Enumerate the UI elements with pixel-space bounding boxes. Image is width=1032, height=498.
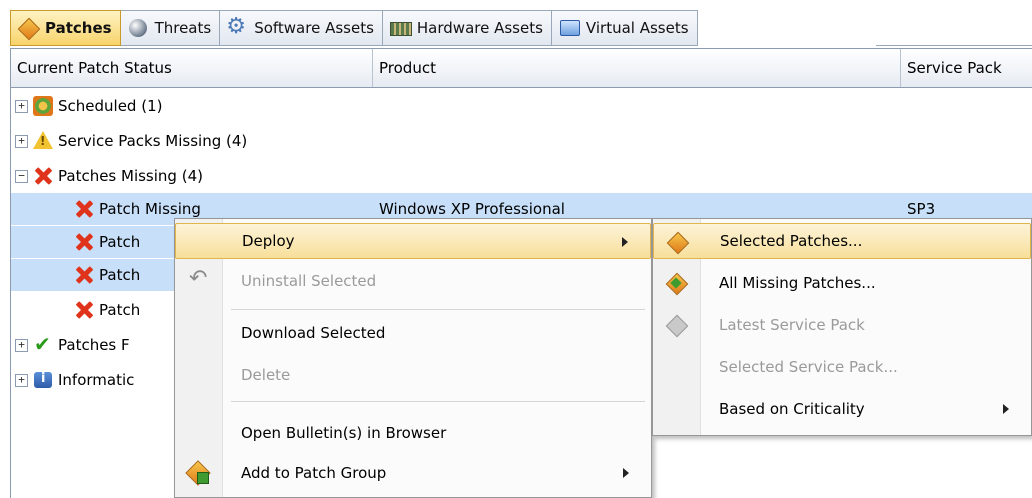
tree-node-label: Patches Missing (4)	[58, 167, 203, 185]
tree-node-label: Scheduled (1)	[58, 97, 163, 115]
column-header-row: Current Patch Status Product Service Pac…	[11, 48, 1032, 88]
uninstall-icon	[187, 266, 209, 292]
deploy-all-icon	[665, 272, 687, 294]
service-pack-cell: SP3	[907, 200, 936, 218]
tree-node-label: Service Packs Missing (4)	[58, 132, 248, 150]
tab-label: Patches	[45, 19, 112, 37]
menu-separator	[231, 401, 645, 402]
menu-separator	[231, 309, 645, 310]
tab-hardware-assets[interactable]: Hardware Assets	[382, 10, 552, 46]
virtual-machine-icon	[558, 17, 580, 39]
column-header-product[interactable]: Product	[373, 49, 901, 87]
tab-virtual-assets[interactable]: Virtual Assets	[551, 10, 698, 46]
menu-item-based-on-criticality[interactable]: Based on Criticality	[653, 391, 1031, 427]
tab-patches[interactable]: Patches	[10, 10, 121, 46]
red-x-icon	[32, 165, 54, 187]
tab-label: Hardware Assets	[416, 19, 543, 37]
menu-item-latest-service-pack[interactable]: Latest Service Pack	[653, 307, 1031, 343]
column-header-current-patch-status[interactable]: Current Patch Status	[11, 49, 373, 87]
tab-label: Threats	[154, 19, 212, 37]
red-x-icon	[73, 264, 95, 286]
menu-item-open-bulletins[interactable]: Open Bulletin(s) in Browser	[175, 415, 651, 451]
expand-toggle[interactable]: +	[15, 134, 28, 148]
patch-name: Patch	[99, 266, 141, 284]
tab-label: Virtual Assets	[585, 19, 689, 37]
menu-item-label: Based on Criticality	[719, 400, 865, 418]
menu-item-label: Selected Service Pack...	[719, 358, 898, 376]
information-icon	[32, 369, 54, 391]
tree-node-scheduled[interactable]: + Scheduled (1)	[11, 90, 1032, 122]
red-x-icon	[73, 299, 95, 321]
patch-name: Patch	[99, 233, 141, 251]
collapse-toggle[interactable]: −	[15, 169, 28, 183]
tab-label: Software Assets	[254, 19, 374, 37]
tab-strip: Patches Threats Software Assets Hardware…	[10, 10, 698, 46]
green-check-icon	[32, 332, 54, 356]
deploy-submenu: Selected Patches... All Missing Patches.…	[652, 218, 1032, 436]
expand-toggle[interactable]: +	[15, 373, 28, 387]
hardware-board-icon	[389, 17, 412, 39]
menu-item-label: Open Bulletin(s) in Browser	[241, 424, 447, 442]
software-gear-icon	[226, 14, 248, 39]
tree-node-service-packs-missing[interactable]: + Service Packs Missing (4)	[11, 125, 1032, 157]
red-x-icon	[73, 198, 95, 220]
patch-group-icon	[187, 462, 209, 484]
menu-item-all-missing-patches[interactable]: All Missing Patches...	[653, 265, 1031, 301]
menu-item-download-selected[interactable]: Download Selected	[175, 315, 651, 351]
tree-node-patches-missing[interactable]: − Patches Missing (4)	[11, 160, 1032, 192]
menu-item-label: Selected Patches...	[720, 232, 863, 250]
expand-toggle[interactable]: +	[15, 99, 28, 113]
menu-item-label: All Missing Patches...	[719, 274, 876, 292]
product-cell: Windows XP Professional	[379, 200, 565, 218]
tab-strip-filler	[876, 10, 1032, 46]
tab-software-assets[interactable]: Software Assets	[220, 10, 383, 46]
red-x-icon	[73, 231, 95, 253]
menu-item-deploy[interactable]: Deploy	[175, 223, 651, 259]
menu-item-add-to-patch-group[interactable]: Add to Patch Group	[175, 455, 651, 491]
tab-threats[interactable]: Threats	[120, 10, 221, 46]
menu-item-label: Latest Service Pack	[719, 316, 865, 334]
tree-node-label: Patches F	[58, 336, 130, 354]
menu-item-selected-patches[interactable]: Selected Patches...	[653, 223, 1031, 259]
submenu-arrow-icon	[622, 237, 628, 247]
expand-toggle[interactable]: +	[15, 338, 28, 352]
menu-item-label: Deploy	[242, 232, 295, 250]
menu-item-label: Delete	[241, 366, 291, 384]
scheduled-icon	[32, 95, 54, 117]
submenu-arrow-icon	[623, 468, 629, 478]
patch-diamond-icon	[17, 17, 39, 39]
menu-item-selected-service-pack[interactable]: Selected Service Pack...	[653, 349, 1031, 385]
service-pack-disabled-icon	[665, 314, 687, 336]
patch-name: Patch	[99, 301, 141, 319]
menu-item-uninstall-selected[interactable]: Uninstall Selected	[175, 263, 651, 299]
row-context-menu: Deploy Uninstall Selected Download Selec…	[174, 218, 652, 498]
submenu-arrow-icon	[1003, 404, 1009, 414]
menu-item-label: Uninstall Selected	[241, 272, 377, 290]
threat-globe-icon	[127, 17, 149, 39]
menu-item-delete[interactable]: Delete	[175, 357, 651, 393]
menu-item-label: Add to Patch Group	[241, 464, 387, 482]
patch-name: Patch Missing	[99, 200, 201, 218]
asset-tab-bar: Patches Threats Software Assets Hardware…	[0, 0, 1032, 48]
tree-node-label: Informatic	[58, 371, 135, 389]
warning-icon	[32, 130, 54, 152]
menu-item-label: Download Selected	[241, 324, 386, 342]
deploy-patch-icon	[666, 231, 688, 253]
column-header-service-pack[interactable]: Service Pack	[901, 49, 1032, 87]
